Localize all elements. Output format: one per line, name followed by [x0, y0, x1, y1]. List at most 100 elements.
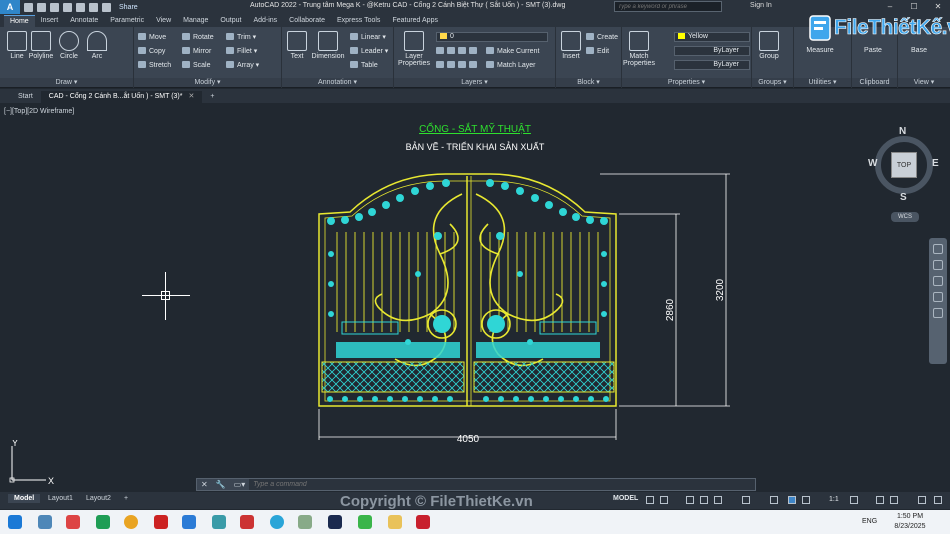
app-icon-8[interactable]	[358, 515, 372, 529]
add-layout-button[interactable]: +	[118, 494, 134, 503]
trim-button[interactable]: Trim ▾	[226, 33, 256, 43]
tab-start[interactable]: Start	[10, 91, 41, 103]
snap-icon[interactable]	[660, 496, 668, 504]
plus-icon[interactable]	[876, 496, 884, 504]
isolate-objects-icon[interactable]	[890, 496, 898, 504]
input-language[interactable]: ENG	[862, 518, 877, 525]
edge-icon[interactable]	[270, 515, 284, 529]
tab-insert[interactable]: Insert	[35, 15, 65, 27]
insert-button[interactable]: Insert	[556, 31, 586, 60]
arc-button[interactable]: Arc	[82, 31, 112, 60]
customize-icon[interactable]	[934, 496, 942, 504]
app-icon-4[interactable]	[182, 515, 196, 529]
app-icon-3[interactable]	[154, 515, 168, 529]
app-icon-6[interactable]	[240, 515, 254, 529]
tab-drawing[interactable]: CAD - Cổng 2 Cánh B...ắt Uốn ) - SMT (3)…	[40, 91, 203, 103]
table-button[interactable]: Table	[350, 61, 378, 71]
plot-icon[interactable]	[76, 2, 85, 12]
steering-wheel-icon[interactable]	[933, 244, 943, 254]
search-input[interactable]	[614, 1, 722, 12]
annotation-panel-label[interactable]: Annotation ▾	[282, 78, 393, 87]
mirror-button[interactable]: Mirror	[182, 47, 211, 57]
tab-parametric[interactable]: Parametric	[104, 15, 150, 27]
polar-icon[interactable]	[700, 496, 708, 504]
rotate-button[interactable]: Rotate	[182, 33, 214, 43]
lineweight-icon[interactable]	[770, 496, 778, 504]
orbit-icon[interactable]	[933, 292, 943, 302]
block-panel-label[interactable]: Block ▾	[556, 78, 621, 87]
file-explorer-icon[interactable]	[388, 515, 402, 529]
navigation-bar[interactable]	[929, 238, 947, 364]
isodraft-icon[interactable]	[714, 496, 722, 504]
utilities-panel-label[interactable]: Utilities ▾	[794, 78, 851, 87]
linear-button[interactable]: Linear ▾	[350, 33, 386, 43]
pan-icon[interactable]	[933, 260, 943, 270]
tab-featured-apps[interactable]: Featured Apps	[386, 15, 444, 27]
layer-tools-row-2[interactable]	[436, 61, 480, 71]
autoscale-icon[interactable]	[802, 496, 810, 504]
clock-date[interactable]: 8/23/2025	[890, 523, 930, 530]
app-icon-7[interactable]	[298, 515, 312, 529]
linetype-dropdown[interactable]: ByLayer	[674, 46, 750, 56]
annotation-scale[interactable]: 1:1	[829, 496, 839, 503]
tab-view[interactable]: View	[150, 15, 177, 27]
compass-east[interactable]: E	[932, 158, 939, 169]
open-file-icon[interactable]	[37, 2, 46, 12]
undo-icon[interactable]	[89, 2, 98, 12]
grid-icon[interactable]	[646, 496, 654, 504]
match-properties-button[interactable]: Match Properties	[622, 31, 656, 67]
calculator-icon[interactable]	[38, 515, 52, 529]
copy-button[interactable]: Copy	[138, 47, 165, 57]
layer-tools-row-1[interactable]	[436, 47, 480, 57]
base-button[interactable]: Base	[904, 47, 934, 54]
new-file-icon[interactable]	[24, 2, 33, 12]
tab-express-tools[interactable]: Express Tools	[331, 15, 386, 27]
photoshop-icon[interactable]	[328, 515, 342, 529]
tab-home[interactable]: Home	[4, 15, 35, 27]
group-button[interactable]: Group	[754, 31, 784, 60]
compass-south[interactable]: S	[900, 192, 907, 203]
paste-button[interactable]: Paste	[858, 47, 888, 54]
sign-in-button[interactable]: Sign In	[750, 2, 772, 9]
showmotion-icon[interactable]	[933, 308, 943, 318]
fullscreen-icon[interactable]	[918, 496, 926, 504]
windows-start-icon[interactable]	[8, 515, 22, 529]
polyline-button[interactable]: Polyline	[26, 31, 56, 60]
scale-button[interactable]: Scale	[182, 61, 211, 71]
app-icon-2[interactable]	[96, 515, 110, 529]
wrench-icon[interactable]: 🔧	[216, 480, 226, 489]
layer-dropdown[interactable]: 0	[436, 32, 548, 42]
app-icon-5[interactable]	[212, 515, 226, 529]
app-menu-button[interactable]: A	[0, 0, 20, 14]
viewcube-top-face[interactable]: TOP	[891, 152, 917, 178]
tab-collaborate[interactable]: Collaborate	[283, 15, 331, 27]
model-space-toggle[interactable]: MODEL	[613, 495, 638, 502]
layout-tab-model[interactable]: Model	[8, 494, 41, 503]
lineweight-dropdown[interactable]: ByLayer	[674, 60, 750, 70]
wcs-menu[interactable]: WCS	[891, 212, 919, 222]
redo-icon[interactable]	[102, 2, 111, 12]
osnap-icon[interactable]	[742, 496, 750, 504]
modify-panel-label[interactable]: Modify ▾	[134, 78, 281, 87]
groups-panel-label[interactable]: Groups ▾	[752, 78, 793, 87]
leader-button[interactable]: Leader ▾	[350, 47, 388, 57]
match-layer-button[interactable]: Match Layer	[486, 61, 536, 71]
tab-manage[interactable]: Manage	[177, 15, 214, 27]
move-button[interactable]: Move	[138, 33, 166, 43]
tab-annotate[interactable]: Annotate	[64, 15, 104, 27]
autocad-taskbar-icon[interactable]	[416, 515, 430, 529]
save-icon[interactable]	[50, 2, 59, 12]
compass-west[interactable]: W	[868, 158, 877, 169]
share-button[interactable]: Share	[119, 4, 138, 11]
close-icon[interactable]: ✕	[201, 480, 208, 489]
array-button[interactable]: Array ▾	[226, 61, 259, 71]
close-tab-icon[interactable]: ✕	[189, 93, 195, 100]
color-dropdown[interactable]: Yellow	[674, 32, 750, 42]
save-as-icon[interactable]	[63, 2, 72, 12]
circle-button[interactable]: Circle	[54, 31, 84, 60]
annotation-visibility-icon[interactable]	[788, 496, 796, 504]
drawing-viewport[interactable]: [−][Top][2D Wireframe] CỔNG - SẮT MỸ THU…	[0, 104, 950, 486]
make-current-button[interactable]: Make Current	[486, 47, 539, 57]
app-icon-1[interactable]	[66, 515, 80, 529]
workspace-gear-icon[interactable]	[850, 496, 858, 504]
